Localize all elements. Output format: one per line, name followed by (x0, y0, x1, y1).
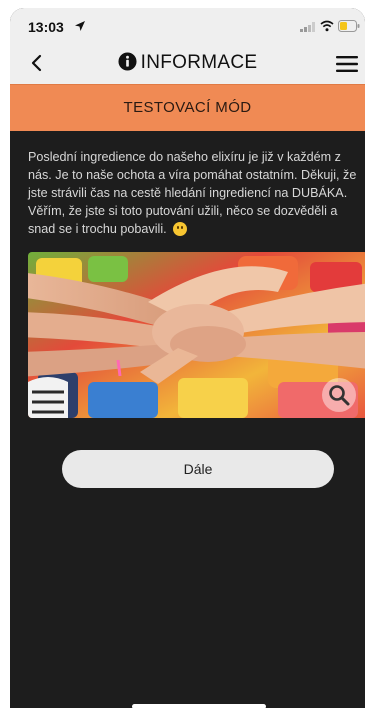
battery-icon (338, 20, 360, 32)
next-button[interactable]: Dále (62, 450, 334, 488)
app-screen: 13:03 INFORMACE TESTOVACÍ MÓD Poslední i… (10, 8, 365, 708)
navigation-bar: INFORMACE (10, 42, 365, 85)
wifi-icon (320, 20, 334, 32)
signal-icon (300, 22, 315, 32)
magnifier-icon (329, 385, 350, 406)
home-indicator[interactable] (132, 704, 266, 708)
smiling-face-icon (173, 222, 188, 236)
status-bar: 13:03 (10, 8, 365, 42)
info-circle-icon (118, 52, 137, 71)
page-title-text: INFORMACE (140, 52, 258, 73)
test-mode-banner: TESTOVACÍ MÓD (10, 84, 365, 131)
stacked-hands-photo[interactable] (28, 252, 365, 418)
info-paragraph: Poslední ingredience do našeho elixíru j… (28, 148, 358, 238)
info-paragraph-text: Poslední ingredience do našeho elixíru j… (28, 150, 357, 236)
status-time: 13:03 (28, 19, 64, 35)
location-arrow-icon (75, 21, 85, 31)
page-title: INFORMACE (10, 52, 365, 74)
zoom-button[interactable] (322, 378, 356, 412)
hamburger-menu-icon[interactable] (336, 55, 358, 73)
